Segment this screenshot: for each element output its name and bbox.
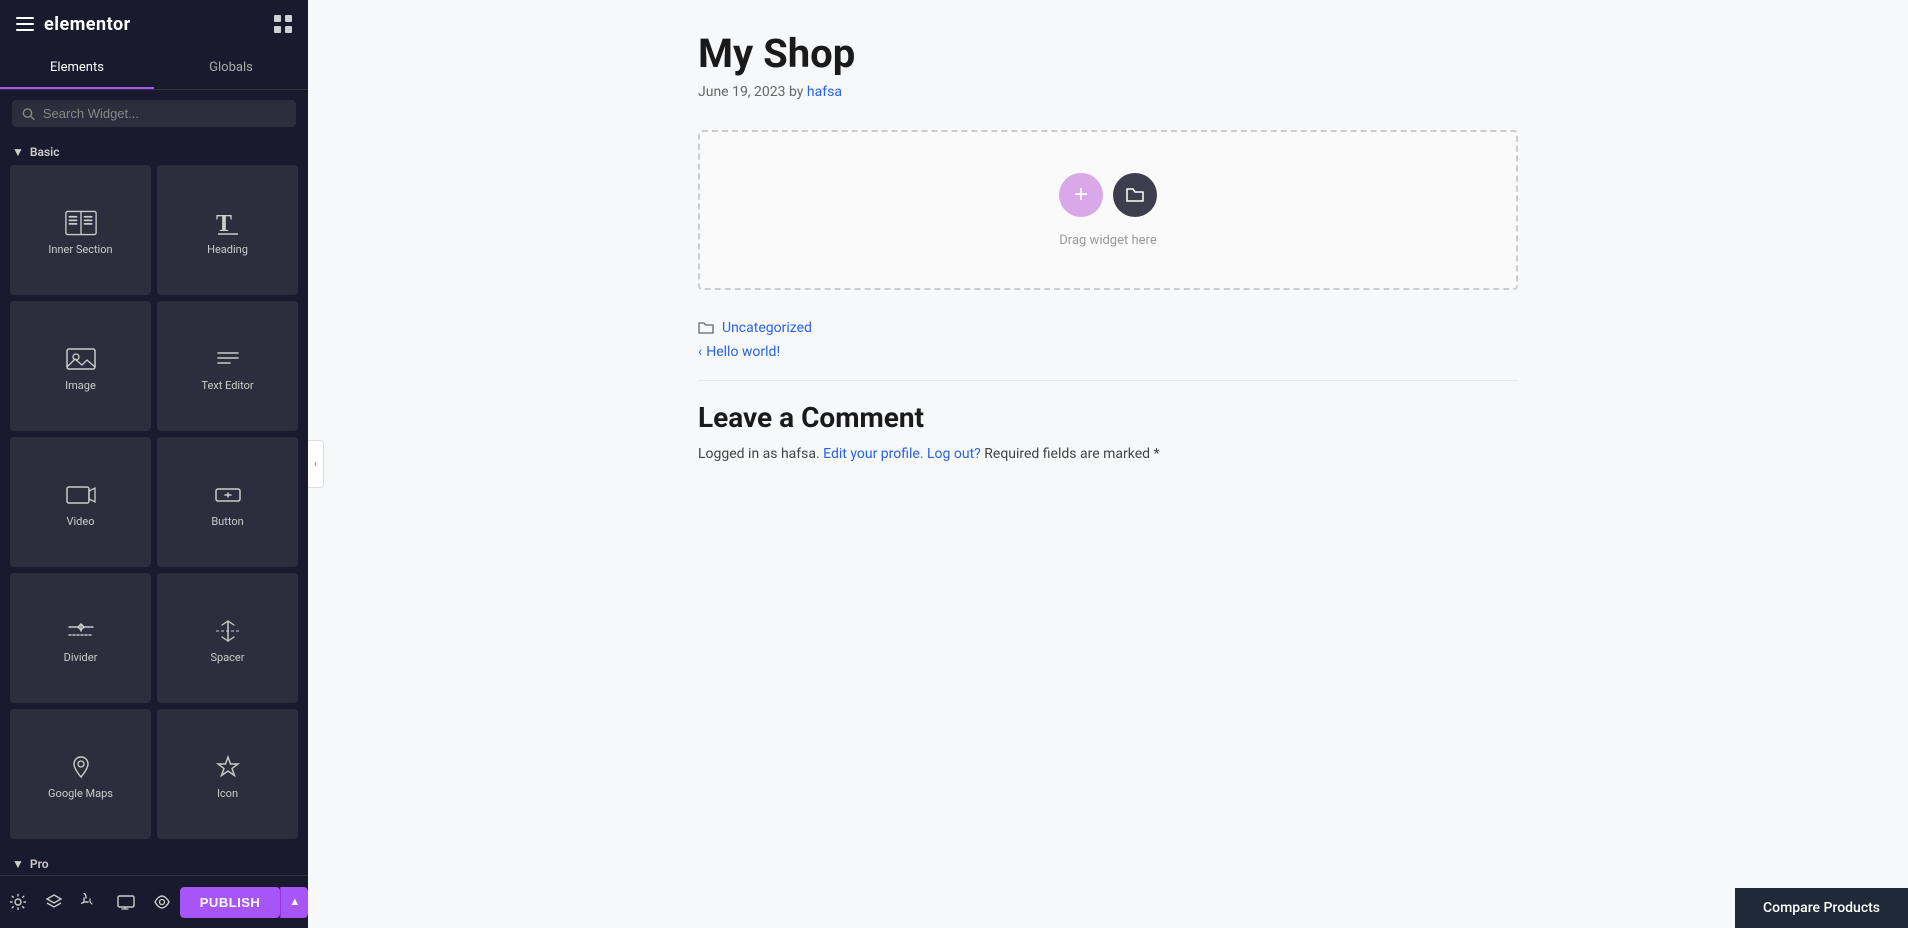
search-input[interactable]: [43, 106, 286, 121]
elementor-logo: elementor: [44, 14, 131, 35]
hamburger-icon[interactable]: [16, 17, 34, 31]
image-icon: [65, 345, 97, 373]
comments-title: Leave a Comment: [698, 401, 1518, 434]
text-editor-icon: [212, 345, 244, 373]
history-icon: [81, 893, 99, 911]
required-text: Required fields are marked: [984, 446, 1150, 462]
pro-section-label: ▼ Pro: [0, 849, 308, 875]
logged-in-text: Logged in as hafsa.: [698, 446, 820, 462]
post-nav-prev-label: Hello world!: [706, 344, 780, 360]
required-marker: *: [1154, 446, 1160, 462]
layers-icon-btn[interactable]: [36, 884, 72, 920]
widget-google-maps-label: Google Maps: [48, 787, 113, 800]
widget-heading-label: Heading: [207, 243, 248, 256]
widget-inner-section-label: Inner Section: [48, 243, 112, 256]
widget-video[interactable]: Video: [10, 437, 151, 567]
sidebar-footer: PUBLISH ▲: [0, 875, 308, 928]
compare-bar[interactable]: Compare Products: [1735, 888, 1908, 928]
edit-profile-link[interactable]: Edit your profile.: [823, 446, 923, 462]
drop-zone: + Drag widget here: [698, 130, 1518, 290]
drop-zone-text: Drag widget here: [1059, 233, 1156, 248]
sidebar-header-left: elementor: [16, 14, 131, 35]
spacer-icon: [212, 617, 244, 645]
widget-grid: Inner Section T Heading Image: [0, 165, 308, 849]
chevron-down-pro-icon: ▼: [12, 857, 24, 871]
drop-zone-buttons: +: [1059, 173, 1157, 217]
main-content: ‹ My Shop June 19, 2023 by hafsa + Drag …: [308, 0, 1908, 928]
section-divider: [698, 380, 1518, 381]
publish-dropdown-button[interactable]: ▲: [280, 887, 308, 918]
widget-text-editor[interactable]: Text Editor: [157, 301, 298, 431]
responsive-icon: [117, 893, 135, 911]
search-wrapper: [12, 100, 296, 127]
sidebar-search: [0, 90, 308, 137]
google-maps-icon: [65, 753, 97, 781]
post-by: by: [789, 84, 803, 100]
sidebar: elementor Elements Globals ▼ Basic: [0, 0, 308, 928]
svg-text:T: T: [216, 211, 232, 237]
eye-icon: [153, 893, 171, 911]
video-icon: [65, 481, 97, 509]
drop-zone-add-button[interactable]: +: [1059, 173, 1103, 217]
page-content: My Shop June 19, 2023 by hafsa + Drag wi…: [678, 0, 1538, 522]
settings-icon: [9, 893, 27, 911]
icon-widget-icon: [212, 753, 244, 781]
widget-divider-label: Divider: [64, 651, 98, 664]
widget-google-maps[interactable]: Google Maps: [10, 709, 151, 839]
widget-icon[interactable]: Icon: [157, 709, 298, 839]
post-title: My Shop: [698, 30, 1518, 78]
widget-spacer-label: Spacer: [210, 651, 244, 664]
basic-label: Basic: [30, 145, 60, 159]
category-link[interactable]: Uncategorized: [722, 320, 812, 336]
collapse-handle[interactable]: ‹: [308, 440, 324, 488]
widget-spacer[interactable]: Spacer: [157, 573, 298, 703]
basic-section-label: ▼ Basic: [0, 137, 308, 165]
pro-label: Pro: [30, 857, 49, 871]
widget-button-label: Button: [211, 515, 243, 528]
publish-button[interactable]: PUBLISH: [180, 887, 281, 918]
logged-in-as: Logged in as hafsa. Edit your profile. L…: [698, 446, 1518, 462]
post-categories: Uncategorized: [698, 320, 1518, 336]
post-meta: June 19, 2023 by hafsa: [698, 84, 1518, 100]
button-icon: [212, 481, 244, 509]
widget-image-label: Image: [65, 379, 96, 392]
sidebar-tabs: Elements Globals: [0, 48, 308, 90]
folder-icon: [698, 321, 714, 335]
post-author-link[interactable]: hafsa: [807, 84, 842, 100]
eye-icon-btn[interactable]: [144, 884, 180, 920]
post-nav-prev[interactable]: ‹ Hello world!: [698, 344, 1518, 360]
responsive-icon-btn[interactable]: [108, 884, 144, 920]
widget-video-label: Video: [67, 515, 95, 528]
widget-icon-label: Icon: [217, 787, 238, 800]
sidebar-header: elementor: [0, 0, 308, 48]
grid-icon[interactable]: [274, 15, 292, 33]
chevron-left-icon: ‹: [698, 344, 702, 360]
tab-globals[interactable]: Globals: [154, 48, 308, 89]
widget-divider[interactable]: Divider: [10, 573, 151, 703]
compare-bar-label: Compare Products: [1763, 900, 1880, 916]
widget-heading[interactable]: T Heading: [157, 165, 298, 295]
tab-elements[interactable]: Elements: [0, 48, 154, 89]
divider-icon: [65, 617, 97, 645]
widget-text-editor-label: Text Editor: [201, 379, 253, 392]
widget-image[interactable]: Image: [10, 301, 151, 431]
logout-link[interactable]: Log out?: [927, 446, 981, 462]
heading-icon: T: [212, 209, 244, 237]
publish-wrapper: PUBLISH ▲: [180, 887, 308, 918]
drop-zone-folder-button[interactable]: [1113, 173, 1157, 217]
search-icon: [22, 107, 35, 121]
inner-section-icon: [65, 209, 97, 237]
settings-icon-btn[interactable]: [0, 884, 36, 920]
widget-button[interactable]: Button: [157, 437, 298, 567]
chevron-down-icon: ▼: [12, 145, 24, 159]
widget-inner-section[interactable]: Inner Section: [10, 165, 151, 295]
layers-icon: [45, 893, 63, 911]
history-icon-btn[interactable]: [72, 884, 108, 920]
post-date: June 19, 2023: [698, 84, 786, 100]
